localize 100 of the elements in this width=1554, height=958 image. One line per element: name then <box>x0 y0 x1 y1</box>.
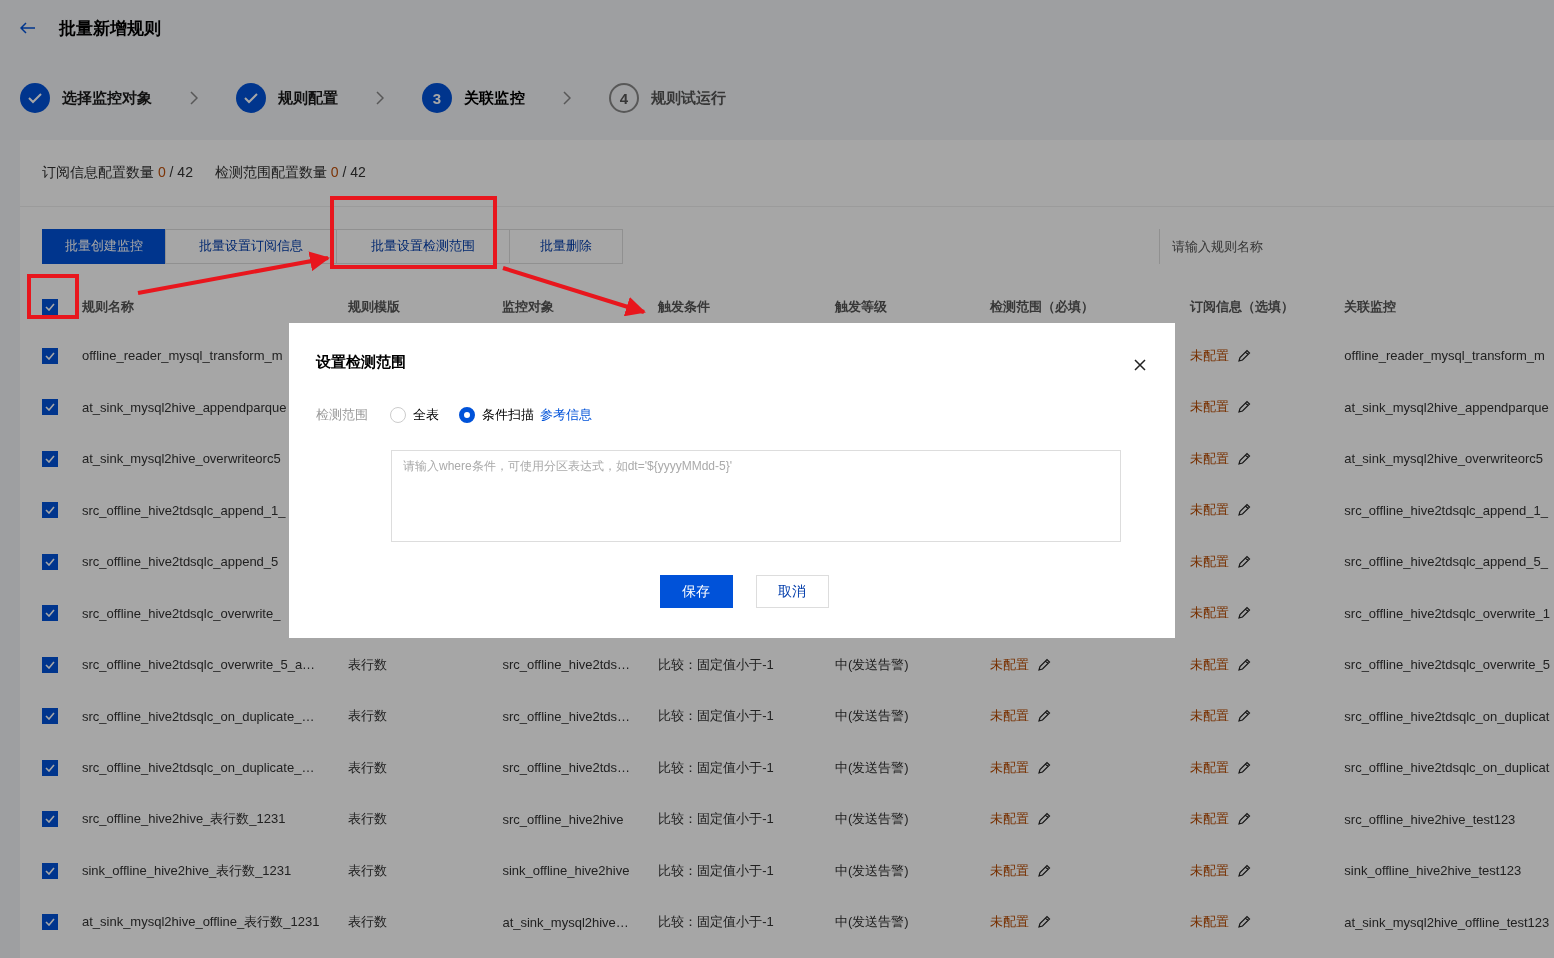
edit-pencil-icon[interactable] <box>1236 812 1251 827</box>
column-header: 检测范围（必填） <box>989 298 1094 316</box>
step-label: 选择监控对象 <box>62 88 152 108</box>
table-cell: src_offline_hive2tds… <box>502 657 631 673</box>
column-header: 规则模版 <box>347 298 400 316</box>
radio-button[interactable] <box>459 407 475 423</box>
table-cell: src_offline_hive2tdsqlc_on_duplicat <box>1344 760 1550 776</box>
edit-pencil-icon[interactable] <box>1036 863 1051 878</box>
edit-pencil-icon[interactable] <box>1036 709 1051 724</box>
table-cell: 比较：固定值小于-1 <box>658 913 774 932</box>
table-cell: sink_offline_hive2hive <box>502 863 630 879</box>
status-text: 未配置 <box>1189 552 1229 571</box>
row-checkbox[interactable] <box>42 399 58 416</box>
row-checkbox[interactable] <box>42 862 58 879</box>
status-text: 未配置 <box>1189 707 1229 726</box>
radio-label[interactable]: 条件扫描 <box>482 406 534 424</box>
table-cell: src_offline_hive2tdsqlc_overwrite_5 <box>1344 657 1550 673</box>
config-count: 检测范围配置数量 0 / 42 <box>214 164 366 182</box>
row-checkbox[interactable] <box>42 502 58 519</box>
table-cell: offline_reader_mysql_transform_m <box>1344 348 1545 364</box>
edit-pencil-icon[interactable] <box>1236 400 1251 415</box>
table-cell: 中(发送告警) <box>834 655 909 674</box>
status-text: 未配置 <box>989 913 1029 932</box>
edit-pencil-icon[interactable] <box>1036 760 1051 775</box>
check-icon <box>45 403 55 412</box>
rule-name-cell: offline_reader_mysql_transform_m <box>81 348 283 364</box>
table-cell: at_sink_mysql2hive_offline_test123 <box>1344 914 1550 930</box>
table-cell: 表行数 <box>347 861 387 880</box>
edit-pencil-icon[interactable] <box>1236 657 1251 672</box>
table-cell: 中(发送告警) <box>834 758 909 777</box>
table-cell: src_offline_hive2tdsqlc_overwrite_1 <box>1344 605 1550 621</box>
dialog-button[interactable]: 取消 <box>755 575 829 608</box>
check-icon <box>45 712 55 721</box>
edit-pencil-icon[interactable] <box>1236 915 1251 930</box>
edit-pencil-icon[interactable] <box>1236 760 1251 775</box>
rule-name-cell: src_offline_hive2tdsqlc_overwrite_5_a… <box>81 657 316 673</box>
edit-pencil-icon[interactable] <box>1236 863 1251 878</box>
row-checkbox[interactable] <box>42 450 58 467</box>
status-text: 未配置 <box>989 707 1029 726</box>
batch-action-button[interactable]: 批量创建监控 <box>42 228 166 264</box>
field-label: 检测范围 <box>316 406 368 424</box>
chevron-right-icon <box>190 91 198 105</box>
rule-name-cell: src_offline_hive2tdsqlc_overwrite_ <box>81 605 281 621</box>
row-checkbox[interactable] <box>42 553 58 570</box>
status-text: 未配置 <box>1189 758 1229 777</box>
table-cell: 中(发送告警) <box>834 810 909 829</box>
row-checkbox[interactable] <box>42 656 58 673</box>
table-cell: src_offline_hive2tds… <box>502 760 631 776</box>
rule-name-cell: at_sink_mysql2hive_overwriteorc5 <box>81 451 281 467</box>
edit-pencil-icon[interactable] <box>1036 915 1051 930</box>
status-text: 未配置 <box>989 655 1029 674</box>
radio-label[interactable]: 全表 <box>413 406 439 424</box>
status-text: 未配置 <box>989 861 1029 880</box>
edit-pencil-icon[interactable] <box>1036 812 1051 827</box>
edit-pencil-icon[interactable] <box>1036 657 1051 672</box>
rule-name-cell: src_offline_hive2hive_表行数_1231 <box>81 810 286 829</box>
table-cell: 表行数 <box>347 810 387 829</box>
table-cell: 比较：固定值小于-1 <box>658 810 774 829</box>
select-all-checkbox[interactable] <box>42 299 58 315</box>
table-cell: 表行数 <box>347 655 387 674</box>
status-text: 未配置 <box>1189 810 1229 829</box>
table-cell: at_sink_mysql2hive_overwriteorc5 <box>1344 451 1543 467</box>
edit-pencil-icon[interactable] <box>1236 709 1251 724</box>
row-checkbox[interactable] <box>42 759 58 776</box>
status-text: 未配置 <box>1189 655 1229 674</box>
table-cell: at_sink_mysql2hive… <box>502 914 629 930</box>
check-icon <box>45 609 55 618</box>
step-number: 4 <box>608 83 639 113</box>
edit-pencil-icon[interactable] <box>1236 606 1251 621</box>
step-label: 关联监控 <box>464 88 525 108</box>
rule-name-cell: at_sink_mysql2hive_offline_表行数_1231 <box>81 913 320 932</box>
table-cell: 比较：固定值小于-1 <box>658 758 774 777</box>
table-cell: 比较：固定值小于-1 <box>658 861 774 880</box>
row-checkbox[interactable] <box>42 708 58 725</box>
status-text: 未配置 <box>1189 501 1229 520</box>
table-cell: src_offline_hive2tdsqlc_append_5_ <box>1344 554 1548 570</box>
row-checkbox[interactable] <box>42 347 58 364</box>
rule-name-cell: sink_offline_hive2hive_表行数_1231 <box>81 861 292 880</box>
edit-pencil-icon[interactable] <box>1236 554 1251 569</box>
batch-action-button[interactable]: 批量删除 <box>509 228 623 264</box>
batch-action-button[interactable]: 批量设置检测范围 <box>336 228 510 264</box>
edit-pencil-icon[interactable] <box>1236 503 1251 518</box>
where-condition-field[interactable]: 请输入where条件，可使用分区表达式，如dt='${yyyyMMdd-5}' <box>391 450 1121 542</box>
check-icon <box>45 866 55 875</box>
check-icon <box>45 918 55 927</box>
check-icon <box>45 506 55 515</box>
reference-link[interactable]: 参考信息 <box>540 406 592 424</box>
row-checkbox[interactable] <box>42 914 58 931</box>
dialog-button[interactable]: 保存 <box>659 575 733 608</box>
edit-pencil-icon[interactable] <box>1236 348 1251 363</box>
row-checkbox[interactable] <box>42 605 58 622</box>
back-arrow-icon[interactable] <box>20 22 36 34</box>
edit-pencil-icon[interactable] <box>1236 451 1251 466</box>
table-cell: 中(发送告警) <box>834 707 909 726</box>
row-checkbox[interactable] <box>42 811 58 828</box>
status-text: 未配置 <box>1189 398 1229 417</box>
status-text: 未配置 <box>1189 861 1229 880</box>
close-icon[interactable] <box>1134 358 1146 371</box>
column-header: 订阅信息（选填） <box>1189 298 1294 316</box>
batch-action-button[interactable]: 批量设置订阅信息 <box>165 228 337 264</box>
